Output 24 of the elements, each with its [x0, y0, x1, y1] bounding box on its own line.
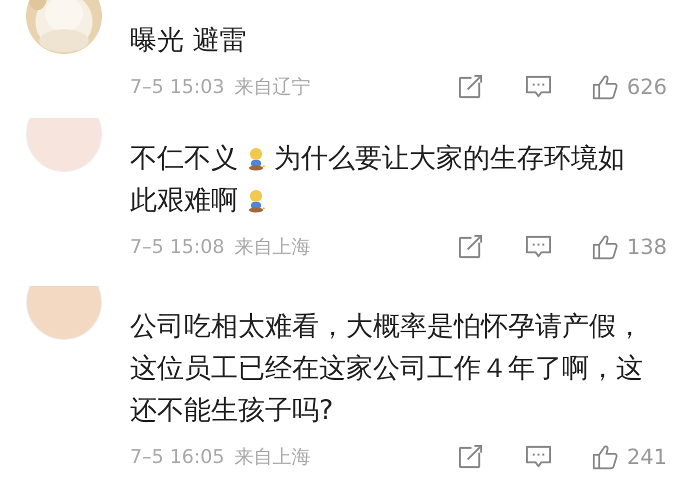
thumbs-up-icon[interactable]	[592, 444, 619, 470]
comment-time: 7–5 15:03	[130, 76, 224, 98]
emoji-icon	[246, 188, 266, 214]
like-count: 626	[626, 75, 667, 99]
comment-location: 来自上海	[234, 445, 310, 470]
comment-time: 7–5 15:08	[130, 236, 224, 258]
like-count: 138	[626, 235, 667, 259]
emoji-icon	[246, 146, 266, 172]
share-icon[interactable]	[458, 234, 485, 260]
comment-text: 不仁不义	[130, 142, 238, 176]
comment-text: 曝光 避雷	[130, 24, 247, 58]
comment-text: 这位员工已经在这家公司工作４年了啊，这	[130, 352, 643, 386]
comment-location: 来自上海	[234, 235, 310, 260]
comment-location: 来自辽宁	[234, 75, 310, 100]
like-count: 241	[626, 445, 667, 469]
comment-text: 为什么要让大家的生存环境如	[274, 142, 625, 176]
share-icon[interactable]	[458, 444, 485, 470]
comment-text: 公司吃相太难看，大概率是怕怀孕请产假，	[130, 310, 643, 344]
comment-time: 7–5 16:05	[130, 446, 224, 468]
thumbs-up-icon[interactable]	[592, 234, 619, 260]
comment-text: 此艰难啊	[130, 184, 238, 218]
thumbs-up-icon[interactable]	[592, 74, 619, 100]
share-icon[interactable]	[458, 74, 485, 100]
comment-text: 还不能生孩子吗?	[130, 394, 334, 428]
